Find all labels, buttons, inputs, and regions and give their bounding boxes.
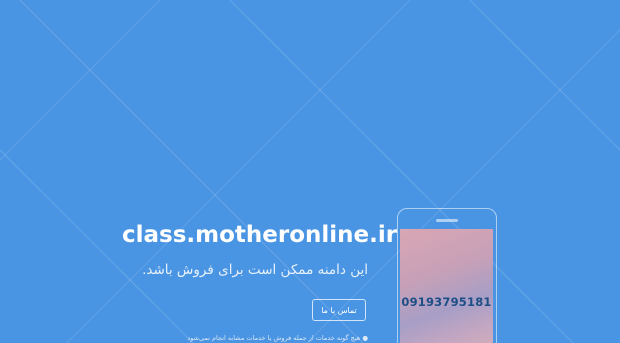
phone-illustration: 09193795181 (397, 208, 497, 343)
phone-screen: 09193795181 (400, 229, 493, 343)
contact-us-button[interactable]: تماس با ما (312, 299, 366, 321)
phone-number: 09193795181 (401, 295, 492, 309)
background-decoration (0, 0, 620, 343)
domain-name: class.motheronline.ir (122, 222, 398, 248)
for-sale-tagline: این دامنه ممکن است برای فروش باشد. (142, 262, 368, 278)
footnote-text: ● هیچ گونه خدمات از جمله فروش یا خدمات م… (187, 334, 368, 342)
phone-speaker (436, 219, 458, 222)
